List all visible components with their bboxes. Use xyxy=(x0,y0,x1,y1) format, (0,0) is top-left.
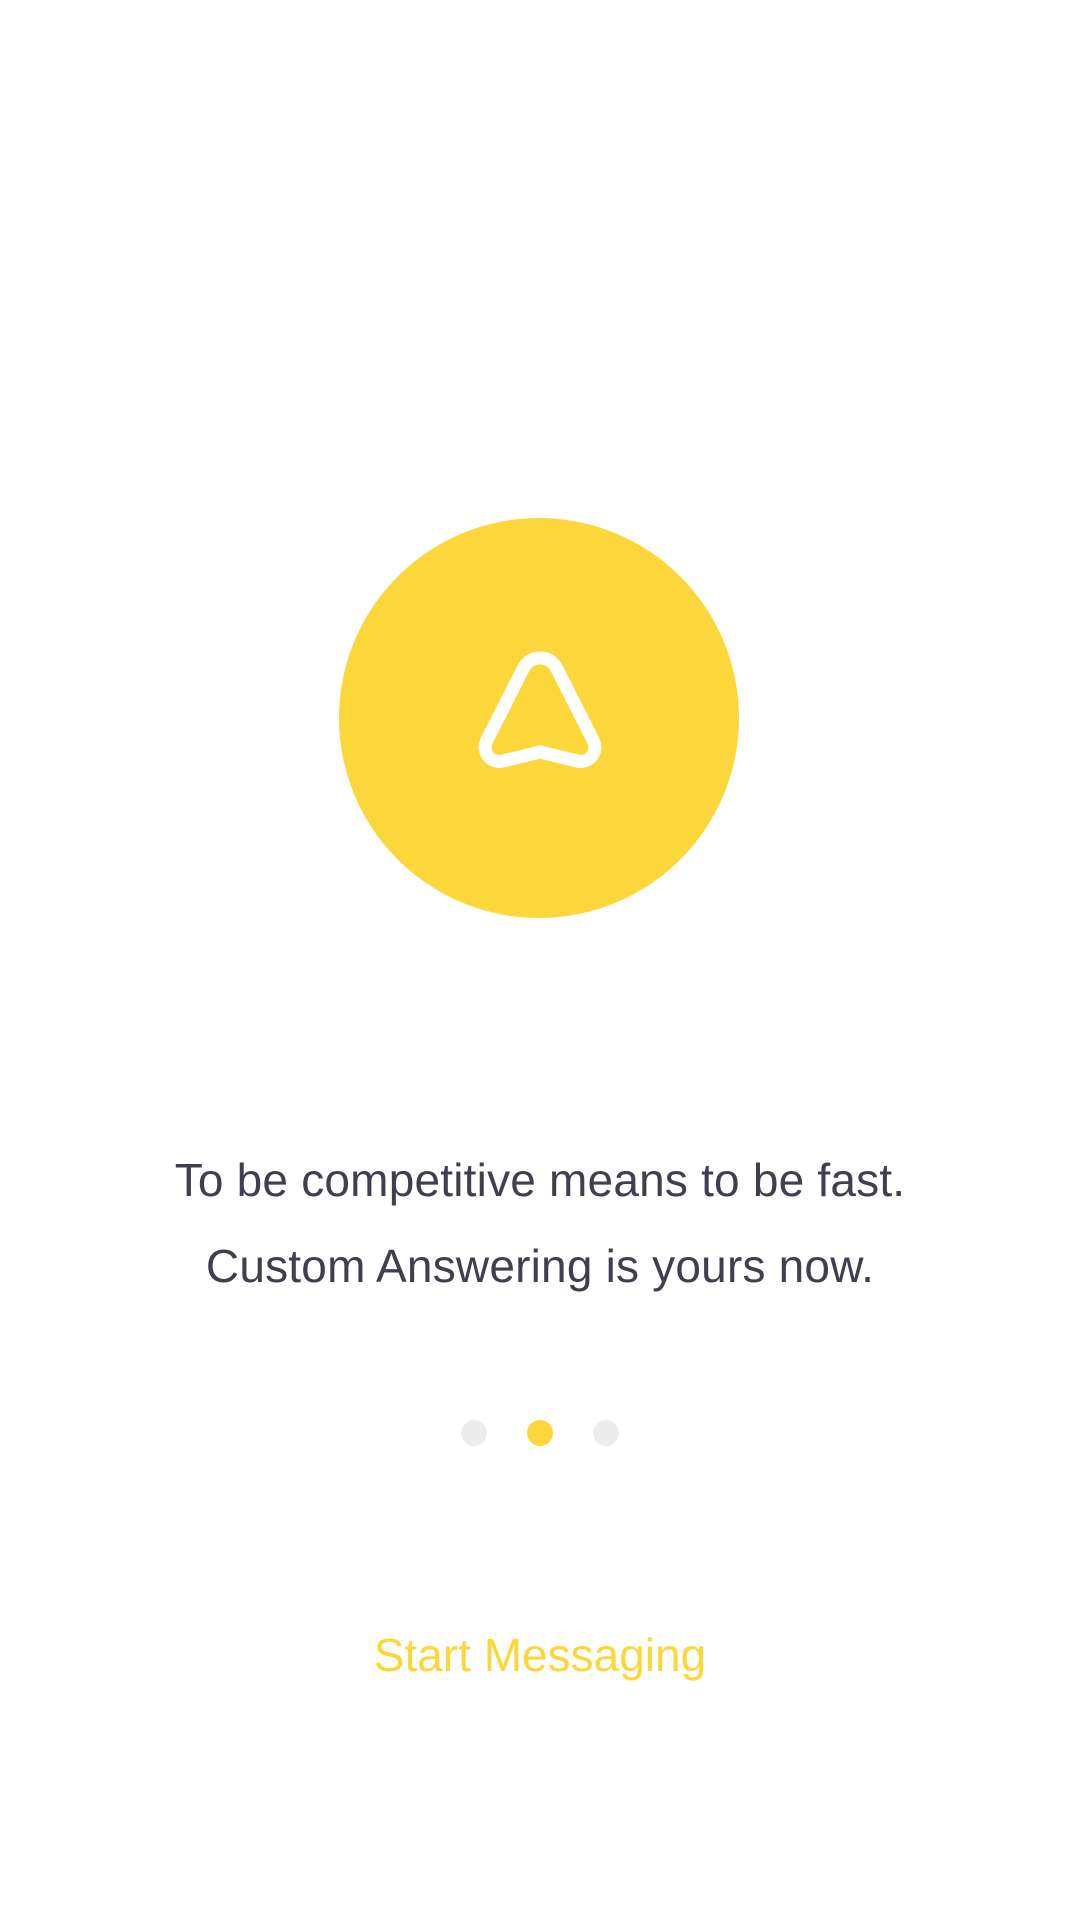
start-messaging-button[interactable]: Start Messaging xyxy=(290,1620,790,1690)
tagline-line-1: To be competitive means to be fast. xyxy=(174,1154,906,1206)
page-indicator xyxy=(0,1420,1080,1448)
navigation-arrow-icon xyxy=(478,651,602,768)
page-dot-3[interactable] xyxy=(593,1420,619,1446)
page-dot-1[interactable] xyxy=(461,1420,487,1446)
tagline-line-2: Custom Answering is yours now. xyxy=(205,1240,875,1292)
page-dot-2-active[interactable] xyxy=(527,1420,553,1446)
